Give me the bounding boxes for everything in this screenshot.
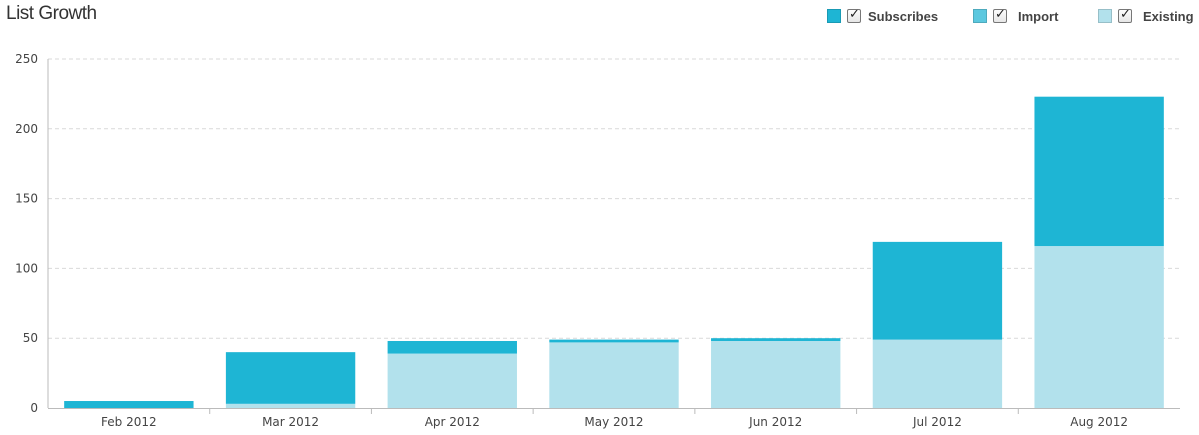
bar-existing-mar-2012	[225, 403, 356, 408]
bar-existing-jul-2012	[872, 339, 1003, 408]
x-tick-label: May 2012	[584, 415, 643, 429]
bar-subscribes-apr-2012	[387, 340, 517, 354]
bar-existing-may-2012	[549, 342, 679, 408]
bar-existing-apr-2012	[387, 353, 517, 408]
bar-existing-jun-2012	[711, 340, 841, 408]
bar-subscribes-mar-2012	[225, 352, 356, 404]
bar-subscribes-feb-2012	[64, 401, 194, 408]
y-tick-label: 50	[23, 331, 38, 345]
x-tick-label: Feb 2012	[101, 415, 157, 429]
x-tick-label: Jun 2012	[748, 415, 802, 429]
y-tick-label: 100	[15, 261, 38, 275]
x-tick-label: Apr 2012	[425, 415, 480, 429]
y-tick-label: 250	[15, 52, 38, 66]
bar-existing-aug-2012	[1034, 246, 1164, 408]
bar-subscribes-aug-2012	[1034, 96, 1164, 247]
bar-subscribes-jul-2012	[872, 241, 1003, 340]
y-tick-label: 0	[30, 401, 38, 415]
x-tick-label: Mar 2012	[262, 415, 319, 429]
y-tick-label: 150	[15, 192, 38, 206]
stacked-bar-chart: 0 50 100 150 200 250 Feb 2012 Mar 2012 Apr 2012 M…	[15, 52, 1180, 429]
y-tick-label: 200	[15, 122, 38, 136]
bar-subscribes-may-2012	[549, 339, 679, 343]
bar-subscribes-jun-2012	[711, 338, 841, 341]
x-tick-label: Jul 2012	[912, 415, 962, 429]
x-tick-label: Aug 2012	[1070, 415, 1128, 429]
